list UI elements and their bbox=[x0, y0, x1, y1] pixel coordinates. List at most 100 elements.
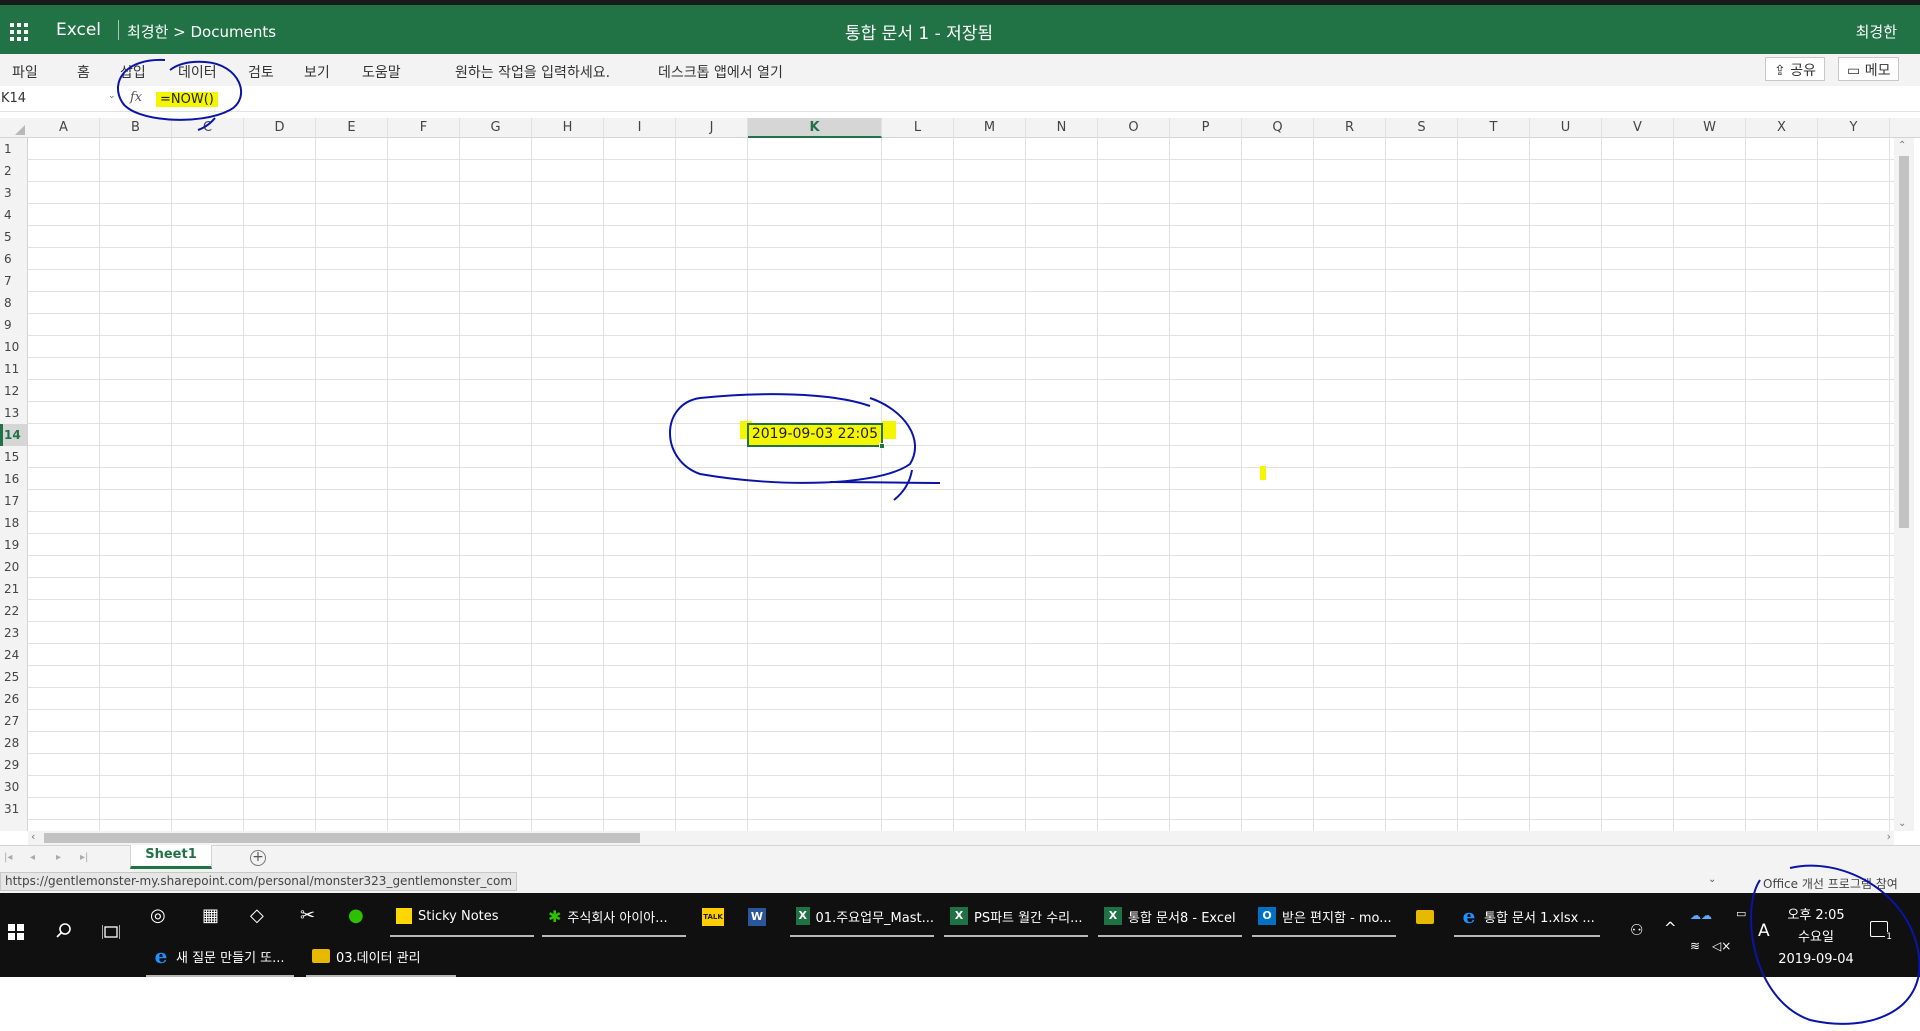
next-sheet-icon[interactable]: ▸ bbox=[56, 852, 61, 863]
calculator-icon[interactable]: ▦ bbox=[202, 905, 219, 926]
windows-start-icon[interactable] bbox=[8, 924, 24, 940]
column-header-l[interactable]: L bbox=[882, 118, 954, 138]
row-header-2[interactable]: 2 bbox=[0, 160, 27, 182]
chevron-up-icon[interactable]: ^ bbox=[1664, 919, 1677, 937]
row-header-21[interactable]: 21 bbox=[0, 578, 27, 600]
add-sheet-icon[interactable]: + bbox=[250, 850, 266, 866]
row-header-7[interactable]: 7 bbox=[0, 270, 27, 292]
row-header-10[interactable]: 10 bbox=[0, 336, 27, 358]
row-header-18[interactable]: 18 bbox=[0, 512, 27, 534]
comments-button[interactable]: ▭ 메모 bbox=[1838, 57, 1900, 81]
search-icon[interactable] bbox=[56, 923, 72, 939]
column-header-r[interactable]: R bbox=[1314, 118, 1386, 138]
scroll-down-icon[interactable]: ⌄ bbox=[1898, 818, 1906, 829]
wechat-icon[interactable]: ● bbox=[348, 905, 364, 926]
column-header-p[interactable]: P bbox=[1170, 118, 1242, 138]
column-header-d[interactable]: D bbox=[244, 118, 316, 138]
column-header-g[interactable]: G bbox=[460, 118, 532, 138]
taskbar-item-word[interactable]: W bbox=[742, 897, 782, 937]
notepad-icon[interactable]: ◇ bbox=[250, 905, 264, 926]
share-button[interactable]: ⇪ 공유 bbox=[1765, 57, 1825, 81]
task-view-icon[interactable] bbox=[102, 924, 120, 940]
tab-help[interactable]: 도움말 bbox=[362, 62, 401, 82]
row-header-29[interactable]: 29 bbox=[0, 754, 27, 776]
column-header-y[interactable]: Y bbox=[1818, 118, 1890, 138]
taskbar-item-excel-mast[interactable]: X 01.주요업무_Mast... bbox=[790, 897, 934, 937]
column-header-w[interactable]: W bbox=[1674, 118, 1746, 138]
tab-insert[interactable]: 삽입 bbox=[120, 62, 146, 82]
row-header-25[interactable]: 25 bbox=[0, 666, 27, 688]
first-sheet-icon[interactable]: |◂ bbox=[4, 852, 12, 863]
last-sheet-icon[interactable]: ▸| bbox=[80, 852, 88, 863]
column-header-t[interactable]: T bbox=[1458, 118, 1530, 138]
row-header-8[interactable]: 8 bbox=[0, 292, 27, 314]
onedrive-icon[interactable]: ☁☁ bbox=[1690, 909, 1712, 922]
wifi-icon[interactable]: ≋ bbox=[1690, 939, 1700, 953]
row-header-30[interactable]: 30 bbox=[0, 776, 27, 798]
column-header-f[interactable]: F bbox=[388, 118, 460, 138]
row-header-19[interactable]: 19 bbox=[0, 534, 27, 556]
column-header-v[interactable]: V bbox=[1602, 118, 1674, 138]
row-header-3[interactable]: 3 bbox=[0, 182, 27, 204]
taskbar-item-folder-data[interactable]: 03.데이터 관리 bbox=[306, 937, 456, 977]
column-header-i[interactable]: I bbox=[604, 118, 676, 138]
column-header-k[interactable]: K bbox=[748, 118, 882, 138]
row-header-22[interactable]: 22 bbox=[0, 600, 27, 622]
column-header-b[interactable]: B bbox=[100, 118, 172, 138]
paint-icon[interactable]: ◎ bbox=[150, 905, 166, 926]
row-header-13[interactable]: 13 bbox=[0, 402, 27, 424]
row-header-15[interactable]: 15 bbox=[0, 446, 27, 468]
taskbar-item-kakaotalk[interactable]: TALK bbox=[696, 897, 736, 937]
tell-me-search[interactable]: 원하는 작업을 입력하세요. bbox=[455, 62, 610, 82]
sheet-tab-sheet1[interactable]: Sheet1 bbox=[130, 845, 212, 869]
column-header-x[interactable]: X bbox=[1746, 118, 1818, 138]
row-header-23[interactable]: 23 bbox=[0, 622, 27, 644]
scroll-right-icon[interactable]: › bbox=[1887, 830, 1891, 843]
taskbar-item-sticky-notes[interactable]: Sticky Notes bbox=[390, 897, 534, 937]
formula-input[interactable]: =NOW() bbox=[156, 92, 218, 107]
scroll-up-icon[interactable]: ⌃ bbox=[1898, 140, 1906, 151]
function-icon[interactable]: fx bbox=[130, 90, 142, 105]
row-header-1[interactable]: 1 bbox=[0, 138, 27, 160]
app-launcher-icon[interactable] bbox=[0, 5, 36, 54]
open-in-desktop-app[interactable]: 데스크톱 앱에서 열기 bbox=[658, 62, 783, 82]
worksheet-grid[interactable]: 2019-09-03 22:05 bbox=[28, 138, 1894, 831]
column-header-s[interactable]: S bbox=[1386, 118, 1458, 138]
people-icon[interactable]: ⚇ bbox=[1630, 921, 1643, 939]
prev-sheet-icon[interactable]: ◂ bbox=[30, 852, 35, 863]
column-header-u[interactable]: U bbox=[1530, 118, 1602, 138]
taskbar-item-edge-doc1[interactable]: e 통합 문서 1.xlsx ... bbox=[1454, 897, 1600, 937]
tab-review[interactable]: 검토 bbox=[248, 62, 274, 82]
vertical-scroll-thumb[interactable] bbox=[1899, 156, 1909, 528]
tab-file[interactable]: 파일 bbox=[12, 62, 38, 82]
column-header-j[interactable]: J bbox=[676, 118, 748, 138]
row-header-26[interactable]: 26 bbox=[0, 688, 27, 710]
taskbar-item-outlook[interactable]: O 받은 편지함 - mo... bbox=[1252, 897, 1396, 937]
row-header-16[interactable]: 16 bbox=[0, 468, 27, 490]
row-header-9[interactable]: 9 bbox=[0, 314, 27, 336]
row-header-11[interactable]: 11 bbox=[0, 358, 27, 380]
active-cell-k14[interactable]: 2019-09-03 22:05 bbox=[747, 423, 883, 447]
horizontal-scrollbar[interactable]: ‹ › bbox=[28, 830, 1894, 845]
column-header-a[interactable]: A bbox=[28, 118, 100, 138]
row-header-14[interactable]: 14 bbox=[0, 424, 27, 446]
tab-home[interactable]: 홈 bbox=[77, 62, 90, 82]
column-header-n[interactable]: N bbox=[1026, 118, 1098, 138]
row-header-31[interactable]: 31 bbox=[0, 798, 27, 820]
row-header-27[interactable]: 27 bbox=[0, 710, 27, 732]
row-header-5[interactable]: 5 bbox=[0, 226, 27, 248]
fill-handle[interactable] bbox=[879, 443, 885, 449]
user-account[interactable]: 최경한 bbox=[1856, 21, 1897, 42]
column-header-q[interactable]: Q bbox=[1242, 118, 1314, 138]
row-header-24[interactable]: 24 bbox=[0, 644, 27, 666]
chevron-down-icon[interactable]: ⌄ bbox=[1708, 874, 1716, 885]
action-center-icon[interactable]: 1 bbox=[1870, 921, 1893, 942]
app-name[interactable]: Excel bbox=[56, 20, 101, 40]
row-header-17[interactable]: 17 bbox=[0, 490, 27, 512]
column-header-m[interactable]: M bbox=[954, 118, 1026, 138]
snipping-tool-icon[interactable]: ✂ bbox=[300, 905, 315, 926]
improvement-program-link[interactable]: Office 개선 프로그램 참여 bbox=[1763, 875, 1898, 892]
system-clock[interactable]: 오후 2:05 수요일 2019-09-04 bbox=[1766, 905, 1866, 971]
name-box[interactable]: K14 bbox=[1, 91, 26, 106]
tab-data[interactable]: 데이터 bbox=[178, 62, 217, 82]
